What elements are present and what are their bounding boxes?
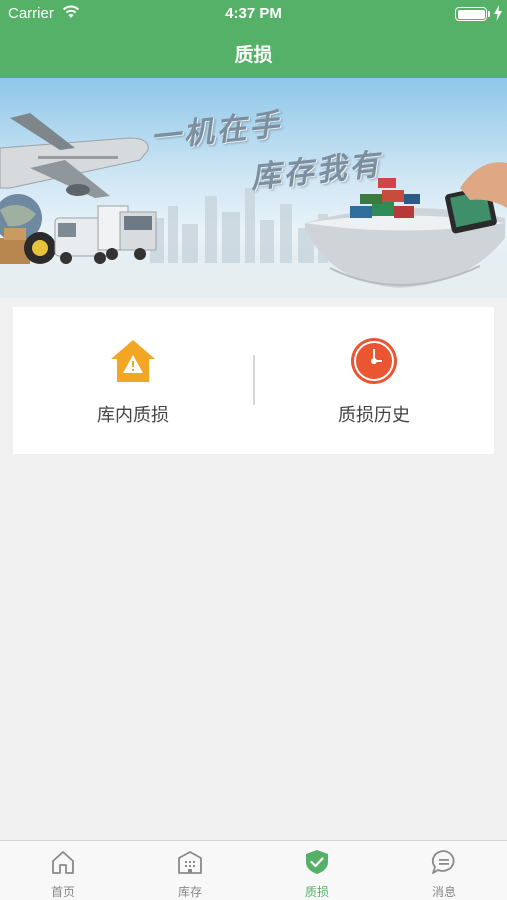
warehouse-warning-icon bbox=[111, 340, 155, 382]
menu-item-warehouse-damage[interactable]: 库内质损 bbox=[13, 307, 253, 454]
status-time: 4:37 PM bbox=[225, 5, 282, 22]
menu-item-label: 库内质损 bbox=[97, 405, 169, 425]
banner-image: 一机在手 库存我有 bbox=[0, 78, 507, 298]
top-bar: Carrier 4:37 PM 质损 bbox=[0, 0, 507, 78]
tab-bar: 首页 库存 质损 消息 bbox=[0, 840, 507, 900]
menu-item-damage-history[interactable]: 质损历史 bbox=[254, 307, 494, 454]
shield-check-icon bbox=[306, 850, 328, 874]
clock-icon bbox=[351, 338, 397, 384]
tab-messages[interactable]: 消息 bbox=[381, 841, 507, 900]
page-title: 质损 bbox=[234, 45, 273, 66]
menu-card: 库内质损 质损历史 bbox=[13, 307, 494, 454]
building-icon bbox=[178, 851, 202, 874]
battery-icon bbox=[455, 7, 487, 21]
tab-damage[interactable]: 质损 bbox=[254, 841, 380, 900]
tab-label: 库存 bbox=[177, 885, 202, 899]
menu-item-label: 质损历史 bbox=[338, 405, 410, 425]
charging-bolt-icon bbox=[494, 5, 502, 21]
home-icon bbox=[52, 851, 74, 874]
status-bar: Carrier 4:37 PM bbox=[0, 0, 507, 28]
tab-home[interactable]: 首页 bbox=[0, 841, 126, 900]
tab-inventory[interactable]: 库存 bbox=[127, 841, 253, 900]
tab-label: 质损 bbox=[304, 885, 329, 899]
chat-bubble-icon bbox=[431, 850, 455, 874]
tab-label: 消息 bbox=[431, 885, 456, 899]
tab-label: 首页 bbox=[50, 885, 75, 899]
